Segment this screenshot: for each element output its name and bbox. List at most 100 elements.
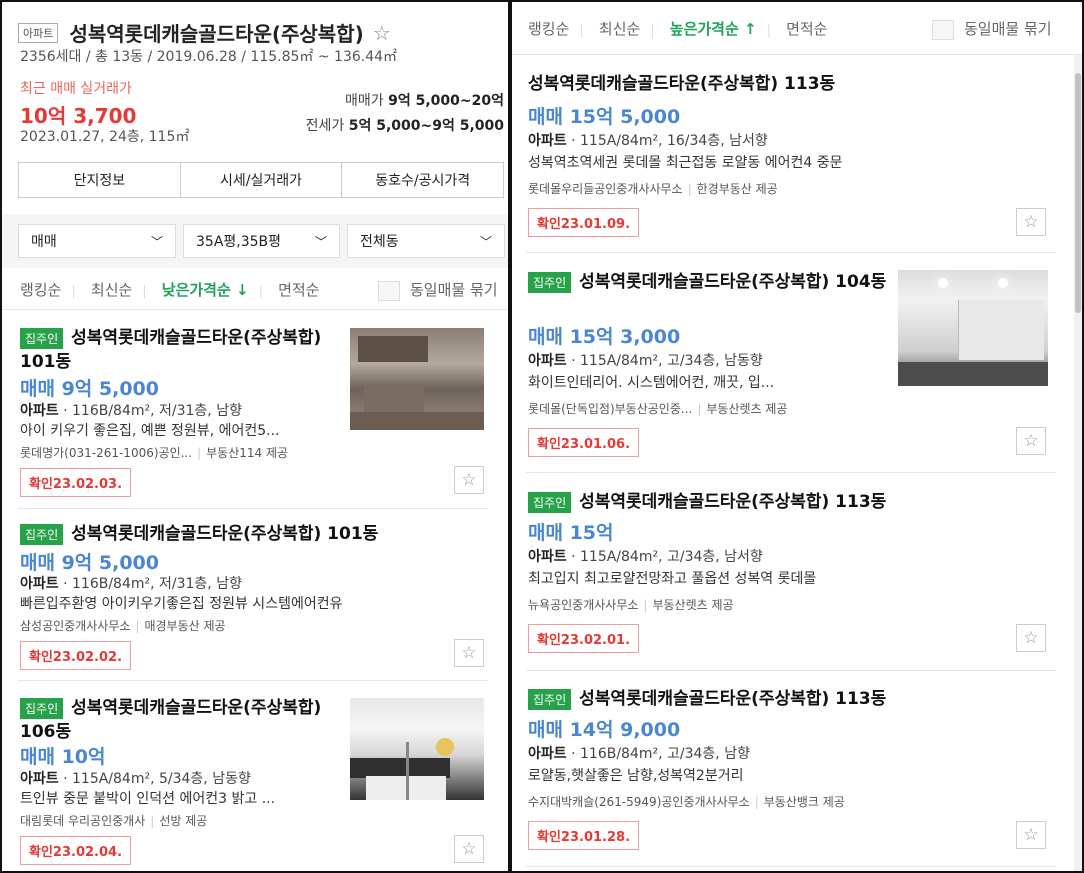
listing-spec-text: 116B/84m², 저/31층, 남향 [72, 576, 242, 592]
sort-ranking[interactable]: 랭킹순 [20, 281, 61, 299]
favorite-star-icon[interactable]: ☆ [454, 466, 484, 494]
confirm-date: 확인23.01.28. [528, 821, 640, 850]
group-checkbox[interactable] [932, 19, 954, 40]
favorite-star-icon[interactable]: ☆ [454, 835, 484, 863]
listing-price: 매매 10억 [20, 746, 106, 768]
tab-unit-price[interactable]: 동호수/공시가격 [342, 163, 503, 197]
group-same-listing[interactable]: 동일매물 묶기 [932, 18, 1052, 40]
listing-desc: 최고입지 최고로얄전망좌고 풀옵션 성복역 롯데몰 [528, 571, 817, 587]
favorite-star-icon[interactable]: ☆ [1016, 208, 1046, 236]
favorite-star-icon[interactable]: ☆ [454, 639, 484, 667]
listing-type: 아파트 [528, 133, 567, 149]
sort-low-price[interactable]: 낮은가격순 ↓ [162, 281, 249, 299]
recent-price: 10억 3,700 [20, 104, 137, 128]
listing-photo[interactable] [350, 698, 484, 800]
owner-tag: 집주인 [20, 328, 64, 349]
jeonse-range: 5억 5,000~9억 5,000 [348, 118, 504, 134]
chevron-down-icon: ﹀ [314, 234, 327, 249]
listing-spec: 아파트 · 116B/84m², 고/34층, 남향 [528, 746, 750, 762]
listing-title[interactable]: 성복역롯데캐슬골드타운(주상복합) 106동 [20, 698, 321, 742]
sort-ranking[interactable]: 랭킹순 [528, 20, 569, 38]
listing-title[interactable]: 성복역롯데캐슬골드타운(주상복합) 113동 [579, 492, 886, 512]
list-item[interactable]: 집주인 성복역롯데캐슬골드타운(주상복합) 101동 매매 9억 5,000 아파… [2, 326, 508, 506]
listing-spec-text: 115A/84m², 5/34층, 남동향 [72, 771, 251, 787]
filter-building-value: 전체동 [360, 234, 399, 250]
sort-high-price[interactable]: 높은가격순 ↑ [670, 20, 757, 38]
list-item[interactable]: 집주인 성복역롯데캐슬골드타운(주상복합) 101동 매매 9억 5,000 아파… [2, 522, 508, 672]
list-item[interactable]: 집주인 성복역롯데캐슬골드타운(주상복합) 106동 매매 10억 아파트 · 1… [2, 696, 508, 866]
listing-agent: 삼성공인중개사사무소 | 매경부동산 제공 [20, 619, 226, 633]
listing-spec: 아파트 · 115A/84m², 고/34층, 남동향 [528, 353, 763, 369]
provider: 부동산뱅크 제공 [763, 795, 845, 809]
sort-area[interactable]: 면적순 [786, 20, 827, 38]
sale-price-range: 매매가 9억 5,000~20억 [345, 90, 504, 110]
listing-type: 아파트 [528, 353, 567, 369]
provider: 매경부동산 제공 [144, 619, 226, 633]
listing-type: 아파트 [20, 771, 59, 787]
agent-name: 뉴욕공인중개사사무소 [528, 598, 639, 612]
listing-title[interactable]: 성복역롯데캐슬골드타운(주상복합) 113동 [579, 689, 886, 709]
list-item[interactable]: 집주인 성복역롯데캐슬골드타운(주상복합) 104동 매매 15억 3,000 아… [512, 270, 1082, 460]
sort-latest[interactable]: 최신순 [91, 281, 132, 299]
listing-title-wrap: 집주인 성복역롯데캐슬골드타운(주상복합) 104동 [528, 270, 888, 294]
confirm-date: 확인23.02.03. [20, 468, 132, 497]
sale-label: 매매가 [345, 93, 384, 109]
group-same-listing[interactable]: 동일매물 묶기 [378, 279, 498, 301]
listing-agent: 대림롯데 우리공인중개사 | 선방 제공 [20, 814, 208, 828]
group-label: 동일매물 묶기 [964, 20, 1052, 38]
confirm-date: 확인23.02.04. [20, 836, 132, 865]
listing-photo[interactable] [350, 328, 484, 430]
confirm-date: 확인23.02.02. [20, 641, 132, 670]
agent-name: 롯데명가(031-261-1006)공인... [20, 446, 193, 460]
agent-name: 수지대박캐슬(261-5949)공인중개사사무소 [528, 795, 750, 809]
listing-spec: 아파트 · 115A/84m², 16/34층, 남서향 [528, 133, 768, 149]
tab-complex-info[interactable]: 단지정보 [19, 163, 181, 197]
listing-title[interactable]: 성복역롯데캐슬골드타운(주상복합) 101동 [71, 524, 378, 544]
listing-type: 아파트 [20, 576, 59, 592]
listing-spec-text: 115A/84m², 고/34층, 남서향 [580, 549, 763, 565]
listing-desc: 아이 키우기 좋은집, 예쁜 정원뷰, 에어컨5... [20, 423, 280, 439]
right-panel: 랭킹순 | 최신순 | 높은가격순 ↑ | 면적순 동일매물 묶기 성복역롯데캐슬골드… [510, 0, 1084, 873]
listing-spec: 아파트 · 116B/84m², 저/31층, 남향 [20, 403, 242, 419]
list-item[interactable]: 집주인 성복역롯데캐슬골드타운(주상복합) 113동 매매 14억 9,000 아… [512, 687, 1082, 857]
filter-trade-type[interactable]: 매매 ﹀ [18, 224, 176, 258]
chevron-down-icon: ﹀ [150, 234, 163, 249]
listing-price: 매매 15억 5,000 [528, 106, 681, 128]
favorite-star-icon[interactable]: ☆ [1016, 821, 1046, 849]
list-item[interactable]: 성복역롯데캐슬골드타운(주상복합) 113동 매매 15억 5,000 아파트 … [512, 72, 1082, 242]
listing-spec-text: 115A/84m², 16/34층, 남서향 [580, 133, 768, 149]
complex-header: 아파트 성복역롯데캐슬골드타운(주상복합) ☆ [18, 18, 391, 47]
listing-title-wrap: 집주인 성복역롯데캐슬골드타운(주상복합) 101동 [20, 326, 330, 374]
listing-spec-text: 116B/84m², 고/34층, 남향 [580, 746, 750, 762]
listing-agent: 롯데몰(단독입점)부동산공인중... | 부동산렛츠 제공 [528, 402, 788, 416]
listing-photo[interactable] [898, 270, 1048, 386]
listing-price: 매매 9억 5,000 [20, 552, 159, 574]
listing-agent: 수지대박캐슬(261-5949)공인중개사사무소 | 부동산뱅크 제공 [528, 795, 845, 809]
provider: 부동산렛츠 제공 [706, 402, 788, 416]
confirm-date: 확인23.01.06. [528, 428, 640, 457]
sort-latest[interactable]: 최신순 [599, 20, 640, 38]
owner-tag: 집주인 [528, 689, 572, 710]
sort-bar: 랭킹순 | 최신순 | 높은가격순 ↑ | 면적순 동일매물 묶기 [528, 18, 1052, 40]
listing-title[interactable]: 성복역롯데캐슬골드타운(주상복합) 101동 [20, 328, 321, 372]
owner-tag: 집주인 [528, 272, 572, 293]
tab-market-price[interactable]: 시세/실거래가 [181, 163, 343, 197]
list-item[interactable]: 집주인 성복역롯데캐슬골드타운(주상복합) 113동 매매 15억 아파트 · 1… [512, 490, 1082, 660]
group-label: 동일매물 묶기 [410, 281, 498, 299]
filter-building[interactable]: 전체동 ﹀ [347, 224, 505, 258]
jeonse-price-range: 전세가 5억 5,000~9억 5,000 [306, 115, 504, 135]
favorite-star-icon[interactable]: ☆ [1016, 624, 1046, 652]
listing-spec: 아파트 · 115A/84m², 고/34층, 남서향 [528, 549, 763, 565]
sort-area[interactable]: 면적순 [278, 281, 319, 299]
listing-title-wrap: 집주인 성복역롯데캐슬골드타운(주상복합) 106동 [20, 696, 330, 744]
confirm-date: 확인23.01.09. [528, 208, 640, 237]
group-checkbox[interactable] [378, 280, 400, 301]
listing-title[interactable]: 성복역롯데캐슬골드타운(주상복합) 104동 [579, 272, 886, 292]
listing-title[interactable]: 성복역롯데캐슬골드타운(주상복합) 113동 [528, 72, 835, 96]
filter-area[interactable]: 35A평,35B평 ﹀ [183, 224, 340, 258]
listing-desc: 화이트인테리어. 시스템에어컨, 깨끗, 입... [528, 375, 775, 391]
listing-spec: 아파트 · 115A/84m², 5/34층, 남동향 [20, 771, 251, 787]
favorite-star-icon[interactable]: ☆ [373, 21, 391, 45]
listing-agent: 뉴욕공인중개사사무소 | 부동산렛츠 제공 [528, 598, 734, 612]
favorite-star-icon[interactable]: ☆ [1016, 427, 1046, 455]
